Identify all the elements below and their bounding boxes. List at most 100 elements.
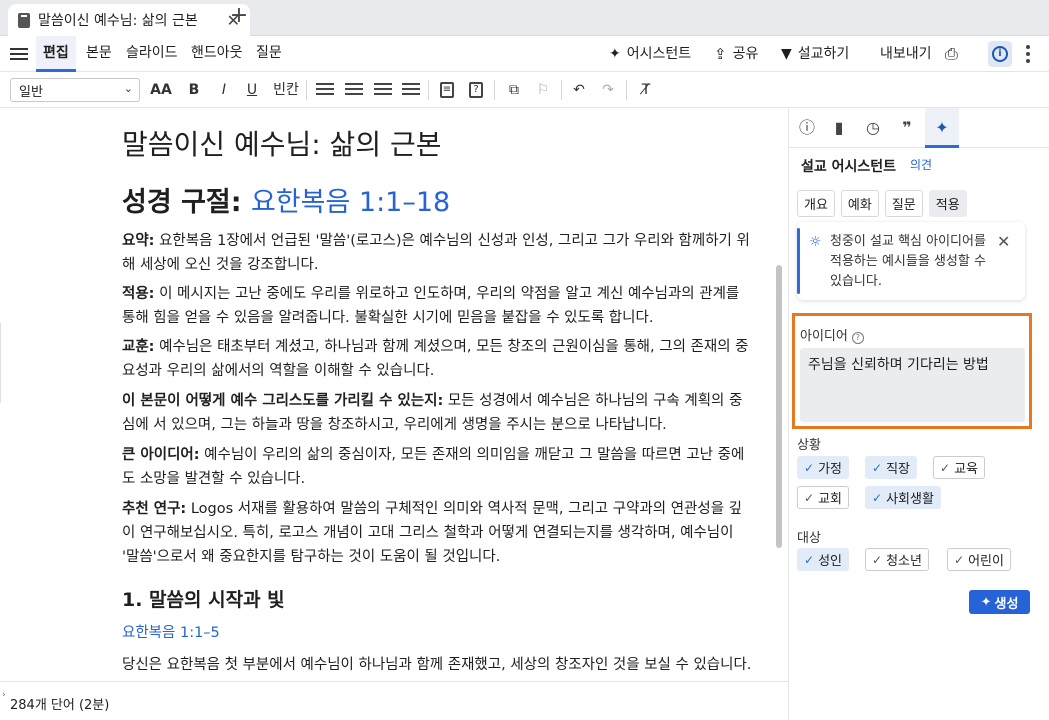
idea-highlight: 아이디어? 주님을 신뢰하며 기다리는 방법: [792, 313, 1032, 429]
assistant-label: 어시스턴트: [626, 46, 692, 62]
toolbar-divider: [428, 80, 429, 100]
toolbar-divider: [494, 80, 495, 100]
tag-label: 성인: [818, 554, 842, 569]
paragraph-text: 요한복음 1장에서 언급된 '말씀'(로고스)은 예수님의 신성과 인성, 그리…: [122, 233, 750, 273]
situation-tag-social[interactable]: ✓ 사회생활: [865, 486, 941, 509]
menu-bar: 편집 본문 슬라이드 핸드아웃 질문 ✦ 어시스턴트 ⇪ 공유 ▼ 설교하기 내…: [0, 36, 1049, 72]
generate-button[interactable]: ✦ 생성: [969, 590, 1030, 614]
more-options-icon[interactable]: [1026, 45, 1032, 66]
section-reference-link[interactable]: 요한복음 1:1–5: [122, 621, 220, 642]
lightbulb-icon: ☼: [809, 234, 822, 250]
study-paragraph: 추천 연구: Logos 서재를 활용하여 말씀의 구체적인 의미와 역사적 문…: [122, 497, 754, 569]
mode-tab-outline[interactable]: 개요: [797, 190, 835, 217]
check-icon: ✓: [872, 490, 883, 505]
tab-handout[interactable]: 핸드아웃: [191, 36, 243, 72]
situation-tag-education[interactable]: ✓ 교육: [933, 456, 985, 479]
check-icon: ✓: [804, 552, 815, 567]
clear-formatting-icon[interactable]: T̸: [637, 80, 655, 100]
bold-icon[interactable]: B: [186, 80, 202, 100]
font-size-icon[interactable]: AA: [148, 80, 174, 100]
paragraph-label: 적용:: [122, 286, 155, 302]
underline-icon[interactable]: U: [244, 80, 260, 100]
mode-tab-questions[interactable]: 질문: [884, 190, 923, 217]
feedback-link[interactable]: 의견: [910, 156, 932, 173]
preach-button[interactable]: ▼ 설교하기: [781, 36, 849, 72]
print-icon[interactable]: ⎙: [945, 36, 958, 72]
audience-tag-children[interactable]: ✓ 어린이: [947, 548, 1011, 571]
big-idea-paragraph: 큰 아이디어: 예수님이 우리의 삶의 중심이자, 모든 존재의 의미임을 깨닫…: [122, 443, 754, 491]
sparkle-icon[interactable]: ✦: [925, 108, 959, 148]
redo-icon[interactable]: ↷: [599, 80, 617, 100]
toolbar-divider: [561, 80, 562, 100]
section-heading: 1. 말씀의 시작과 빛: [122, 589, 285, 611]
document-title[interactable]: 말씀이신 예수님: 삶의 근본: [122, 123, 442, 163]
tip-accent-bar: [797, 228, 800, 294]
paragraph-label: 추천 연구:: [122, 501, 187, 517]
check-icon: ✓: [804, 490, 815, 505]
scripture-heading: 성경 구절: 요한복음 1:1–18: [122, 180, 450, 219]
hamburger-menu-icon[interactable]: [10, 45, 28, 63]
situation-tag-family[interactable]: ✓ 가정: [797, 456, 849, 479]
indent-icon[interactable]: [402, 80, 420, 100]
editor-scrollbar[interactable]: [776, 265, 782, 548]
tip-text: 청중이 설교 핵심 아이디어를 적용하는 예시들을 생성할 수 있습니다.: [830, 234, 986, 289]
insert-question-icon[interactable]: ?: [467, 80, 485, 100]
status-bar: › 284개 단어 (2분): [0, 681, 788, 720]
sparkle-icon: ✦: [609, 46, 621, 62]
paragraph-label: 교훈:: [122, 339, 155, 355]
tag-label: 어린이: [968, 554, 1004, 569]
new-tab-button[interactable]: +: [228, 5, 250, 29]
situation-tag-church[interactable]: ✓ 교회: [797, 486, 849, 509]
paragraph-text: Logos 서재를 활용하여 말씀의 구체적인 의미와 역사적 문맥, 그리고 …: [122, 501, 743, 565]
paragraph-style-select[interactable]: 일반 ⌄: [10, 78, 140, 102]
tab-questions[interactable]: 질문: [256, 36, 282, 72]
sparkle-icon: ✦: [980, 594, 992, 610]
check-icon: ✓: [940, 460, 951, 475]
tab-text[interactable]: 본문: [86, 36, 112, 72]
mode-tab-application[interactable]: 적용: [928, 190, 967, 217]
paragraph-text: 이 메시지는 고난 중에도 우리를 위로하고 인도하며, 우리의 약점을 알고 …: [122, 286, 740, 326]
tab-edit[interactable]: 편집: [36, 36, 76, 72]
panel-title: 설교 어시스턴트: [801, 159, 897, 175]
audience-label: 대상: [797, 531, 821, 546]
bullet-list-icon[interactable]: [316, 80, 334, 100]
italic-icon[interactable]: I: [216, 80, 232, 100]
info-button[interactable]: i: [988, 41, 1012, 67]
christ-paragraph: 이 본문이 어떻게 예수 그리스도를 가리킬 수 있는지: 모든 성경에서 예수…: [122, 389, 754, 437]
insert-slide-icon[interactable]: ⧉: [505, 80, 523, 100]
pulpit-icon: ▼: [781, 46, 792, 62]
document-tab-title: 말씀이신 예수님: 삶의 근본: [38, 13, 198, 29]
audience-tag-adult[interactable]: ✓ 성인: [797, 548, 849, 571]
check-icon: ✓: [872, 552, 883, 567]
formatting-toolbar: 일반 ⌄ AA B I U 빈칸 ≡ ? ⧉ ⚐ ↶ ↷ T̸: [0, 72, 1049, 108]
idea-input[interactable]: 주님을 신뢰하며 기다리는 방법: [800, 348, 1025, 422]
close-icon[interactable]: ✕: [997, 232, 1010, 251]
insert-passage-icon[interactable]: ≡: [438, 80, 456, 100]
bookmark-icon[interactable]: ⚐: [534, 80, 552, 100]
scripture-reference-link[interactable]: 요한복음 1:1–18: [251, 187, 450, 218]
application-paragraph: 적용: 이 메시지는 고난 중에도 우리를 위로하고 인도하며, 우리의 약점을…: [122, 282, 754, 330]
audience-tag-youth[interactable]: ✓ 청소년: [865, 548, 929, 571]
section-paragraph: 당신은 요한복음 첫 부분에서 예수님이 하나님과 함께 존재했고, 세상의 창…: [122, 657, 752, 673]
paragraph-text: 예수님은 태초부터 계셨고, 하나님과 함께 계셨으며, 모든 창조의 근원이심…: [122, 339, 749, 379]
check-icon: ✓: [954, 552, 965, 567]
outdent-icon[interactable]: [374, 80, 392, 100]
info-icon[interactable]: ⓘ: [795, 116, 819, 140]
assistant-button[interactable]: ✦ 어시스턴트: [609, 36, 691, 72]
chevron-down-icon: ⌄: [123, 82, 133, 95]
document-editor[interactable]: 말씀이신 예수님: 삶의 근본 성경 구절: 요한복음 1:1–18 요약: 요…: [0, 108, 788, 681]
paragraph-style-value: 일반: [19, 85, 43, 100]
export-button[interactable]: 내보내기: [880, 36, 932, 72]
undo-icon[interactable]: ↶: [570, 80, 588, 100]
numbered-list-icon[interactable]: [345, 80, 363, 100]
history-icon[interactable]: ◷: [861, 116, 885, 140]
mode-tab-illustration[interactable]: 예화: [840, 190, 879, 217]
help-icon[interactable]: ?: [851, 332, 864, 344]
blank-button[interactable]: 빈칸: [272, 80, 300, 100]
quote-icon[interactable]: ❞: [895, 116, 919, 140]
situation-tag-work[interactable]: ✓ 직장: [865, 456, 917, 479]
tab-slides[interactable]: 슬라이드: [126, 36, 178, 72]
book-icon[interactable]: ▮: [827, 116, 851, 140]
document-tab[interactable]: 말씀이신 예수님: 삶의 근본 ✕: [8, 4, 250, 36]
share-button[interactable]: ⇪ 공유: [714, 36, 758, 72]
